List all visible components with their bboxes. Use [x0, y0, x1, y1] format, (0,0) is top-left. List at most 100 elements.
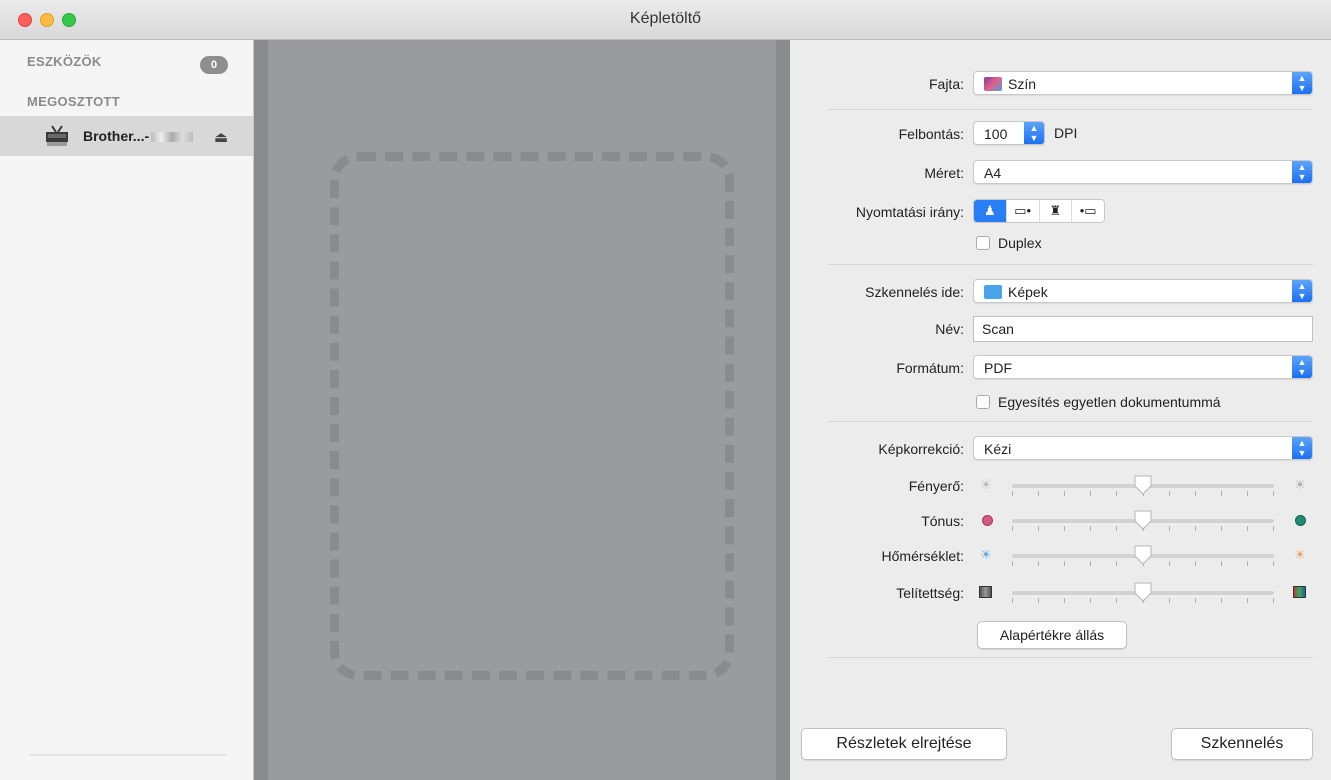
saturation-row: Telítettség: [790, 580, 1331, 606]
format-popup[interactable]: PDF ▲ ▼ [973, 355, 1313, 379]
slider-tick [1169, 598, 1170, 603]
slider-knob[interactable] [1134, 475, 1152, 495]
slider-tick [1038, 491, 1039, 496]
slider-tick [1273, 526, 1274, 531]
sun-dim-icon: ☀ [980, 477, 992, 492]
size-value: A4 [984, 165, 1002, 181]
orientation-landscape-right-icon[interactable]: •▭ [1072, 200, 1104, 222]
scanner-icon [46, 125, 68, 146]
resolution-popup[interactable]: 100 ▲ ▼ [973, 121, 1045, 145]
slider-tick [1116, 598, 1117, 603]
slider-tick [1247, 491, 1248, 496]
sidebar-item-brother-device[interactable]: Brother...- ⏏ [0, 116, 253, 156]
slider-tick [1090, 598, 1091, 603]
size-popup[interactable]: A4 ▲ ▼ [973, 160, 1313, 184]
section-divider [828, 657, 1313, 658]
slider-tick [1012, 491, 1013, 496]
dpi-unit: DPI [1054, 125, 1078, 141]
resolution-value: 100 [984, 126, 1008, 142]
slider-tick [1273, 491, 1274, 496]
reset-defaults-button[interactable]: Alapértékre állás [977, 621, 1127, 649]
scan-to-popup[interactable]: Képek ▲ ▼ [973, 279, 1313, 303]
slider-tick [1247, 561, 1248, 566]
slider-tick [1169, 526, 1170, 531]
section-divider [828, 264, 1313, 265]
slider-tick [1221, 598, 1222, 603]
device-name: Brother...- [83, 128, 150, 144]
combine-label: Egyesítés egyetlen dokumentummá [998, 394, 1221, 410]
scan-button[interactable]: Szkennelés [1171, 728, 1313, 760]
kind-value: Szín [1008, 76, 1037, 92]
eject-icon[interactable]: ⏏ [214, 128, 228, 146]
sun-bright-icon: ☀ [1294, 477, 1306, 492]
kind-label: Fajta: [928, 76, 964, 92]
name-field[interactable] [974, 317, 1312, 341]
devices-header: ESZKÖZÖK [27, 54, 102, 69]
slider-tick [1012, 526, 1013, 531]
brightness-slider[interactable] [1012, 475, 1274, 496]
hide-details-button[interactable]: Részletek elrejtése [801, 728, 1007, 760]
chevron-updown-icon: ▲ ▼ [1024, 122, 1044, 144]
orientation-portrait-icon[interactable]: ♟ [974, 200, 1007, 222]
resolution-label: Felbontás: [898, 126, 964, 142]
size-row: Méret: A4 ▲ ▼ [790, 160, 1331, 186]
orientation-segmented-control: ♟ ▭• ♜ •▭ [973, 199, 1105, 223]
duplex-row: Duplex [790, 233, 1331, 259]
slider-tick [1090, 561, 1091, 566]
slider-tick [1169, 561, 1170, 566]
slider-knob[interactable] [1134, 545, 1152, 565]
brightness-row: Fényerő: ☀ ☀ [790, 473, 1331, 499]
size-label: Méret: [924, 165, 964, 181]
slider-tick [1012, 598, 1013, 603]
slider-tick [1090, 491, 1091, 496]
green-dot-icon [1295, 515, 1306, 526]
slider-tick [1038, 561, 1039, 566]
slider-knob[interactable] [1134, 510, 1152, 530]
devices-count-badge: 0 [200, 56, 228, 74]
temperature-label: Hőmérséklet: [881, 548, 964, 564]
slider-tick [1064, 598, 1065, 603]
saturation-slider[interactable] [1012, 582, 1274, 603]
orientation-landscape-left-icon[interactable]: ▭• [1007, 200, 1040, 222]
window-title: Képletöltő [629, 10, 702, 27]
chevron-updown-icon: ▲ ▼ [1292, 356, 1312, 378]
correction-label: Képkorrekció: [878, 441, 964, 457]
orientation-label: Nyomtatási irány: [855, 204, 964, 220]
duplex-checkbox[interactable] [976, 236, 990, 250]
correction-value: Kézi [984, 441, 1012, 457]
slider-tick [1247, 526, 1248, 531]
scan-to-label: Szkennelés ide: [865, 284, 964, 300]
slider-knob[interactable] [1134, 582, 1152, 602]
slider-tick [1116, 526, 1117, 531]
combine-checkbox[interactable] [976, 395, 990, 409]
color-square-icon [1293, 586, 1306, 598]
tint-slider[interactable] [1012, 510, 1274, 531]
sidebar: ESZKÖZÖK 0 MEGOSZTOTT Brother...- ⏏ [0, 40, 254, 780]
title-bar: Képletöltő [0, 0, 1331, 40]
slider-tick [1038, 526, 1039, 531]
tint-label: Tónus: [921, 513, 964, 529]
duplex-label: Duplex [998, 235, 1042, 251]
slider-tick [1273, 598, 1274, 603]
scan-preview-area [254, 40, 790, 780]
slider-tick [1221, 491, 1222, 496]
temperature-slider[interactable] [1012, 545, 1274, 566]
image-capture-window: Képletöltő ESZKÖZÖK 0 MEGOSZTOTT Brother… [0, 0, 1331, 780]
slider-tick [1116, 561, 1117, 566]
correction-popup[interactable]: Kézi ▲ ▼ [973, 436, 1313, 460]
slider-tick [1169, 491, 1170, 496]
slider-tick [1012, 561, 1013, 566]
scan-region-frame[interactable] [330, 152, 734, 680]
name-label: Név: [935, 321, 964, 337]
slider-tick [1038, 598, 1039, 603]
temperature-row: Hőmérséklet: ☀ ☀ [790, 543, 1331, 569]
gray-square-icon [979, 586, 992, 598]
kind-popup[interactable]: Szín ▲ ▼ [973, 71, 1313, 95]
sidebar-divider [30, 754, 226, 756]
orientation-upside-down-icon[interactable]: ♜ [1040, 200, 1073, 222]
slider-tick [1247, 598, 1248, 603]
chevron-updown-icon: ▲ ▼ [1292, 161, 1312, 183]
slider-tick [1273, 561, 1274, 566]
slider-tick [1195, 561, 1196, 566]
name-row: Név: [790, 316, 1331, 342]
